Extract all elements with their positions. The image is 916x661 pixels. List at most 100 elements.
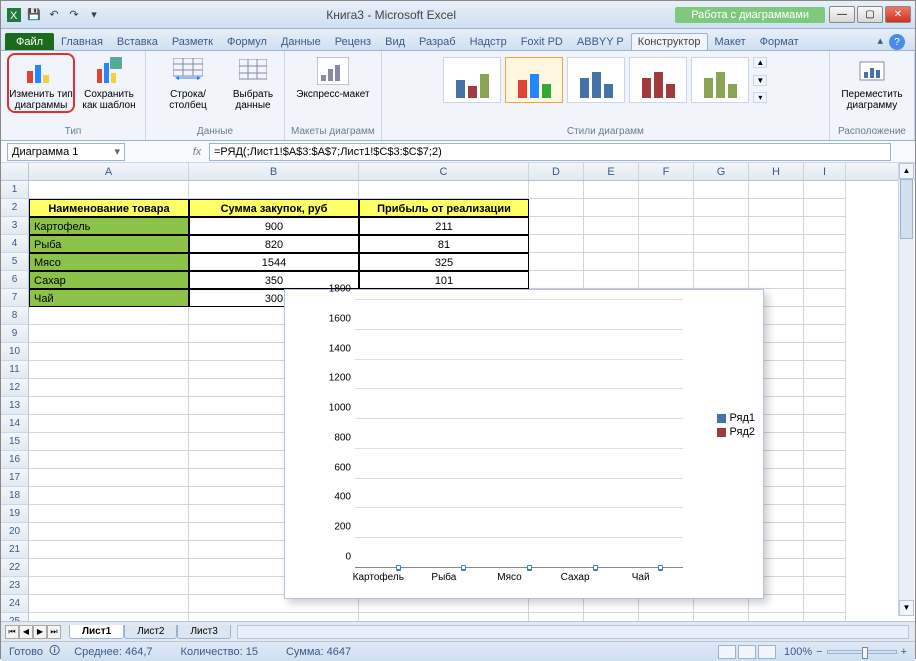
row-header-16[interactable]: 16 [1, 451, 29, 469]
cell-D25[interactable] [529, 613, 584, 621]
cell-I21[interactable] [804, 541, 846, 559]
cell-F4[interactable] [639, 235, 694, 253]
zoom-in-button[interactable]: + [901, 646, 907, 658]
cell-A3[interactable]: Картофель [29, 217, 189, 235]
cell-I1[interactable] [804, 181, 846, 199]
tab-Формул[interactable]: Формул [220, 33, 274, 50]
sheet-nav-next-icon[interactable]: ▶ [33, 625, 47, 639]
row-header-3[interactable]: 3 [1, 217, 29, 235]
row-header-17[interactable]: 17 [1, 469, 29, 487]
cell-A15[interactable] [29, 433, 189, 451]
sheet-nav-prev-icon[interactable]: ◀ [19, 625, 33, 639]
cell-D1[interactable] [529, 181, 584, 199]
tab-Вид[interactable]: Вид [378, 33, 412, 50]
cell-B5[interactable]: 1544 [189, 253, 359, 271]
zoom-level[interactable]: 100% [784, 646, 812, 658]
cell-A18[interactable] [29, 487, 189, 505]
row-header-4[interactable]: 4 [1, 235, 29, 253]
select-data-button[interactable]: Выбрать данные [228, 53, 278, 111]
row-header-15[interactable]: 15 [1, 433, 29, 451]
sheet-tab-Лист1[interactable]: Лист1 [69, 625, 124, 639]
row-header-1[interactable]: 1 [1, 181, 29, 199]
cell-D3[interactable] [529, 217, 584, 235]
row-header-8[interactable]: 8 [1, 307, 29, 325]
column-header-H[interactable]: H [749, 163, 804, 180]
cell-C6[interactable]: 101 [359, 271, 529, 289]
sheet-nav-first-icon[interactable]: ⏮ [5, 625, 19, 639]
view-page-layout-button[interactable] [738, 645, 756, 659]
save-as-template-button[interactable]: Сохранить как шаблон [79, 53, 139, 113]
cell-H2[interactable] [749, 199, 804, 217]
cell-I17[interactable] [804, 469, 846, 487]
row-header-10[interactable]: 10 [1, 343, 29, 361]
cell-A8[interactable] [29, 307, 189, 325]
quick-layout-button[interactable]: Экспресс-макет [295, 53, 371, 100]
cell-F3[interactable] [639, 217, 694, 235]
cell-F5[interactable] [639, 253, 694, 271]
view-page-break-button[interactable] [758, 645, 776, 659]
name-box[interactable]: Диаграмма 1▾ [7, 143, 125, 161]
tab-Вставка[interactable]: Вставка [110, 33, 165, 50]
tab-Надстр[interactable]: Надстр [463, 33, 514, 50]
chart-style-2[interactable] [505, 57, 563, 103]
cell-H4[interactable] [749, 235, 804, 253]
move-chart-button[interactable]: Переместить диаграмму [836, 53, 908, 111]
cell-I15[interactable] [804, 433, 846, 451]
cell-G3[interactable] [694, 217, 749, 235]
tab-Разметк[interactable]: Разметк [165, 33, 220, 50]
cell-A16[interactable] [29, 451, 189, 469]
row-header-5[interactable]: 5 [1, 253, 29, 271]
cell-A4[interactable]: Рыба [29, 235, 189, 253]
row-header-12[interactable]: 12 [1, 379, 29, 397]
cell-H3[interactable] [749, 217, 804, 235]
vertical-scrollbar[interactable]: ▲ ▼ [898, 163, 914, 616]
column-header-A[interactable]: A [29, 163, 189, 180]
cell-D6[interactable] [529, 271, 584, 289]
row-header-9[interactable]: 9 [1, 325, 29, 343]
cell-I2[interactable] [804, 199, 846, 217]
tab-file[interactable]: Файл [5, 33, 54, 50]
cell-F25[interactable] [639, 613, 694, 621]
cell-G5[interactable] [694, 253, 749, 271]
legend-item-Ряд2[interactable]: Ряд2 [717, 426, 755, 438]
cell-A5[interactable]: Мясо [29, 253, 189, 271]
tab-Данные[interactable]: Данные [274, 33, 328, 50]
cell-A6[interactable]: Сахар [29, 271, 189, 289]
formula-input[interactable]: =РЯД(;Лист1!$A$3:$A$7;Лист1!$C$3:$C$7;2) [209, 143, 891, 161]
cell-G25[interactable] [694, 613, 749, 621]
column-header-B[interactable]: B [189, 163, 359, 180]
scroll-thumb[interactable] [900, 179, 913, 239]
cell-A12[interactable] [29, 379, 189, 397]
cell-E3[interactable] [584, 217, 639, 235]
tab-Разраб[interactable]: Разраб [412, 33, 463, 50]
row-header-23[interactable]: 23 [1, 577, 29, 595]
row-header-13[interactable]: 13 [1, 397, 29, 415]
cell-E4[interactable] [584, 235, 639, 253]
cell-B2[interactable]: Сумма закупок, руб [189, 199, 359, 217]
row-header-21[interactable]: 21 [1, 541, 29, 559]
cell-I10[interactable] [804, 343, 846, 361]
cell-F1[interactable] [639, 181, 694, 199]
legend-item-Ряд1[interactable]: Ряд1 [717, 412, 755, 424]
cell-E6[interactable] [584, 271, 639, 289]
cell-I4[interactable] [804, 235, 846, 253]
cell-A10[interactable] [29, 343, 189, 361]
cell-E1[interactable] [584, 181, 639, 199]
scroll-down-icon[interactable]: ▼ [899, 600, 914, 616]
gallery-scroll-up-icon[interactable]: ▲ [753, 57, 767, 68]
view-normal-button[interactable] [718, 645, 736, 659]
cell-H25[interactable] [749, 613, 804, 621]
row-header-11[interactable]: 11 [1, 361, 29, 379]
cell-I24[interactable] [804, 595, 846, 613]
cell-A2[interactable]: Наименование товара [29, 199, 189, 217]
cell-A14[interactable] [29, 415, 189, 433]
cell-C1[interactable] [359, 181, 529, 199]
column-header-D[interactable]: D [529, 163, 584, 180]
row-header-2[interactable]: 2 [1, 199, 29, 217]
fx-icon[interactable]: fx [185, 146, 209, 158]
qat-more-icon[interactable]: ▾ [85, 6, 103, 24]
cell-I16[interactable] [804, 451, 846, 469]
cell-H5[interactable] [749, 253, 804, 271]
horizontal-scrollbar[interactable] [237, 625, 909, 639]
chevron-down-icon[interactable]: ▾ [114, 145, 120, 158]
